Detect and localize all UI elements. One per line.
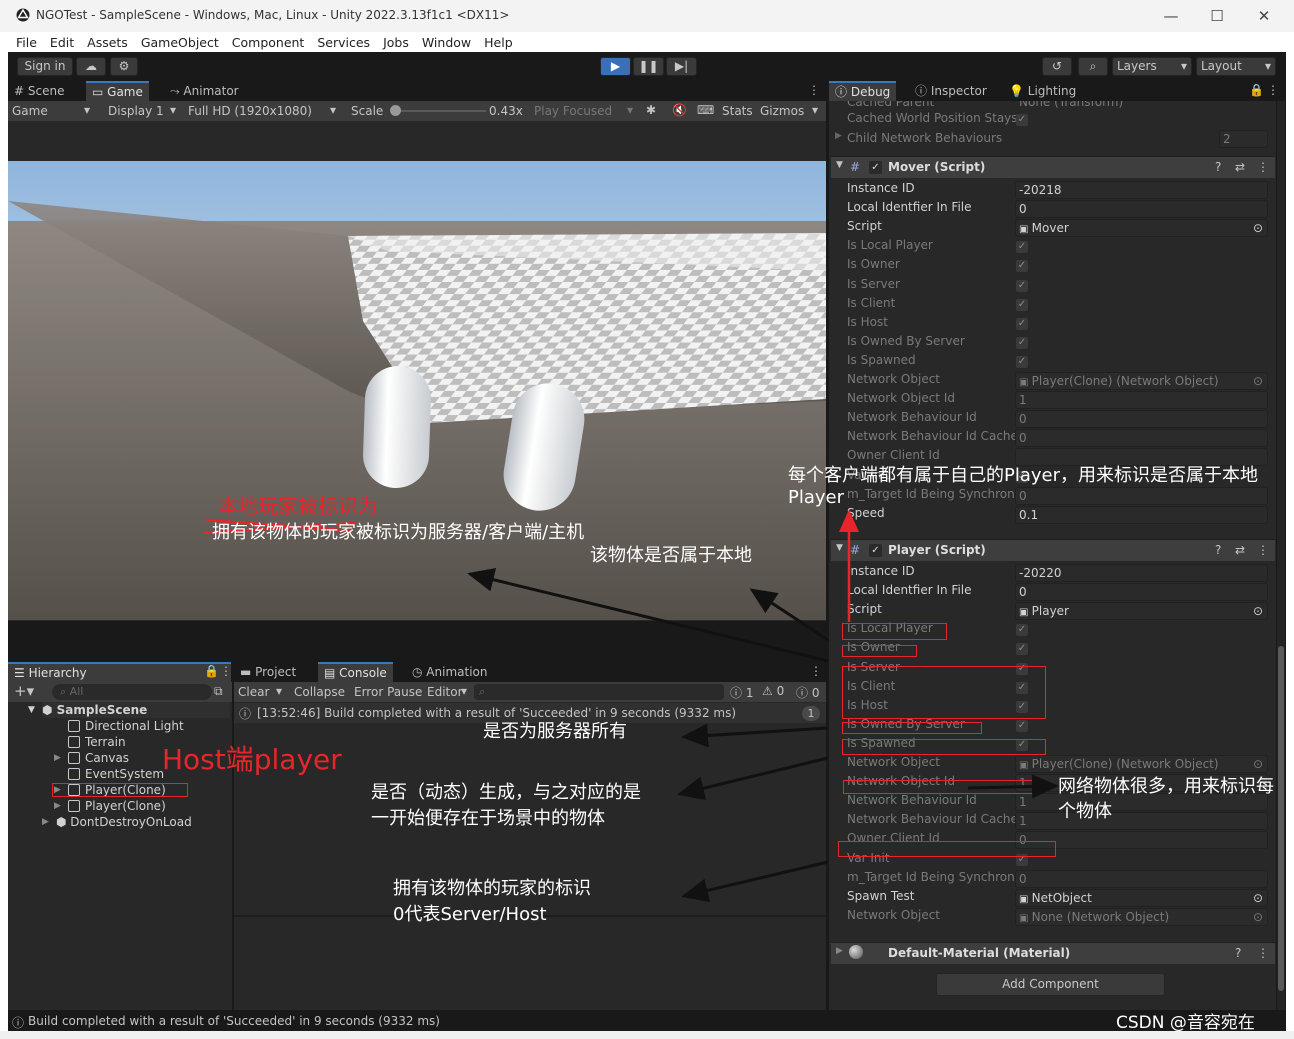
annotation-netobj-1: 网络物体很多，用来标识每 [1058, 776, 1274, 797]
csdn-watermark: CSDN @音容宛在 [1116, 1013, 1255, 1033]
annotation-netobj-2: 个物体 [1058, 801, 1112, 822]
annotation-owned-server: 是否为服务器所有 [483, 721, 627, 742]
annotation-each-client-2: Player [788, 487, 845, 508]
annotation-local-player-red: 本地玩家被标识为 [218, 494, 378, 518]
annotation-spawned-1: 是否（动态）生成，与之对应的是 [371, 782, 641, 803]
annotation-owner-2: 0代表Server/Host [393, 904, 547, 925]
annotation-arrows [202, 509, 1059, 903]
annotation-owner-1: 拥有该物体的玩家的标识 [393, 878, 591, 899]
annotation-each-client: 每个客户端都有属于自己的Player，用来标识是否属于本地 [788, 465, 1259, 486]
annotation-spawned-2: 一开始便存在于场景中的物体 [371, 808, 605, 829]
annotation-belongs-local: 该物体是否属于本地 [590, 545, 752, 566]
annotation-host-player: Host端player [162, 743, 342, 776]
annotation-struck-line: 拥有该物体的玩家被标识为服务器/客户端/主机 [212, 522, 585, 543]
